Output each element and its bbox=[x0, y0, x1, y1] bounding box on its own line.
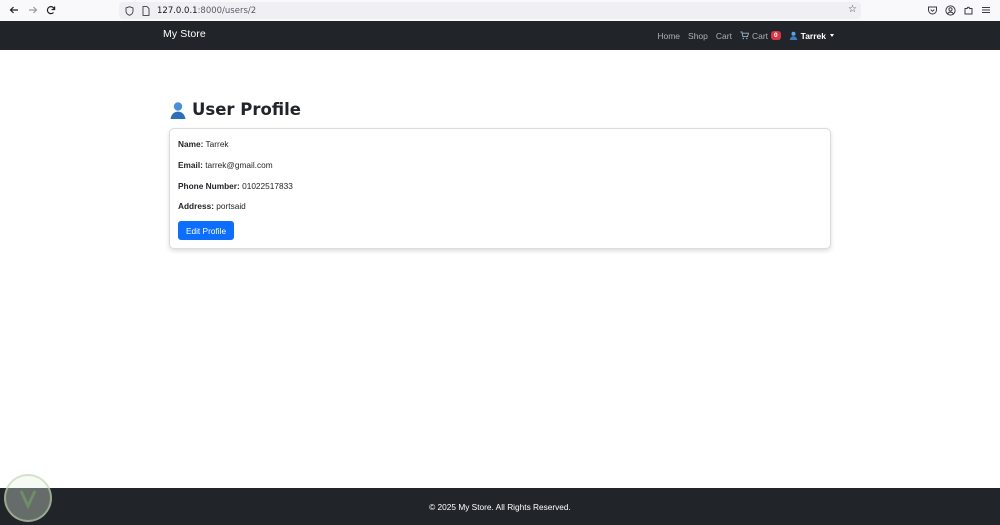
pocket-icon[interactable] bbox=[926, 4, 938, 16]
url-bar[interactable]: 127.0.0.1:8000/users/2 ☆ bbox=[119, 2, 861, 19]
nav-cart-with-count[interactable]: Cart 0 bbox=[740, 31, 781, 41]
page-icon[interactable] bbox=[140, 5, 152, 17]
url-host: 127.0.0.1 bbox=[157, 5, 198, 16]
user-icon bbox=[789, 31, 798, 40]
name-value: Tarrek bbox=[205, 139, 229, 149]
reload-icon[interactable] bbox=[44, 3, 58, 17]
address-value: portsaid bbox=[216, 201, 246, 211]
account-icon[interactable] bbox=[944, 4, 956, 16]
bookmark-star-icon[interactable]: ☆ bbox=[848, 4, 857, 15]
menu-icon[interactable] bbox=[980, 4, 992, 16]
nav-shop[interactable]: Shop bbox=[688, 31, 708, 41]
cart-label: Cart bbox=[751, 30, 769, 41]
chevron-down-icon bbox=[830, 34, 834, 37]
cart-count-badge: 0 bbox=[771, 31, 781, 40]
email-row: Email: tarrek@gmail.com bbox=[178, 160, 273, 170]
top-navbar: My Store Home Shop Cart Cart 0 Tarrek bbox=[0, 21, 1000, 50]
url-path: :8000/users/2 bbox=[197, 5, 257, 16]
phone-row: Phone Number: 01022517833 bbox=[178, 181, 293, 191]
email-label: Email: bbox=[178, 160, 203, 170]
email-value: tarrek@gmail.com bbox=[205, 160, 273, 170]
page-title-text: User Profile bbox=[192, 100, 301, 119]
user-name: Tarrek bbox=[800, 30, 826, 41]
footer-text: © 2025 My Store. All Rights Reserved. bbox=[429, 501, 571, 512]
name-label: Name: bbox=[178, 139, 204, 149]
nav-home[interactable]: Home bbox=[657, 31, 680, 41]
profile-card: Name: Tarrek Email: tarrek@gmail.com Pho… bbox=[169, 128, 831, 249]
watermark-logo-icon bbox=[4, 474, 52, 522]
address-label: Address: bbox=[178, 201, 214, 211]
nav-cart[interactable]: Cart bbox=[716, 31, 732, 41]
user-dropdown[interactable]: Tarrek bbox=[789, 31, 834, 41]
back-icon[interactable] bbox=[7, 3, 21, 17]
nav-links: Home Shop Cart Cart 0 Tarrek bbox=[649, 21, 834, 50]
footer: © 2025 My Store. All Rights Reserved. bbox=[0, 488, 1000, 525]
browser-toolbar: 127.0.0.1:8000/users/2 ☆ bbox=[0, 0, 1000, 21]
url-text: 127.0.0.1:8000/users/2 bbox=[157, 6, 256, 16]
brand-link[interactable]: My Store bbox=[163, 28, 206, 40]
user-icon bbox=[169, 101, 187, 119]
cart-icon bbox=[740, 31, 749, 40]
page-title: User Profile bbox=[169, 100, 301, 119]
address-row: Address: portsaid bbox=[178, 201, 246, 211]
phone-label: Phone Number: bbox=[178, 181, 240, 191]
phone-value: 01022517833 bbox=[242, 181, 293, 191]
shield-icon[interactable] bbox=[123, 5, 135, 17]
edit-profile-button[interactable]: Edit Profile bbox=[178, 221, 234, 240]
extensions-icon[interactable] bbox=[962, 4, 974, 16]
forward-icon[interactable] bbox=[26, 3, 40, 17]
name-row: Name: Tarrek bbox=[178, 139, 229, 149]
